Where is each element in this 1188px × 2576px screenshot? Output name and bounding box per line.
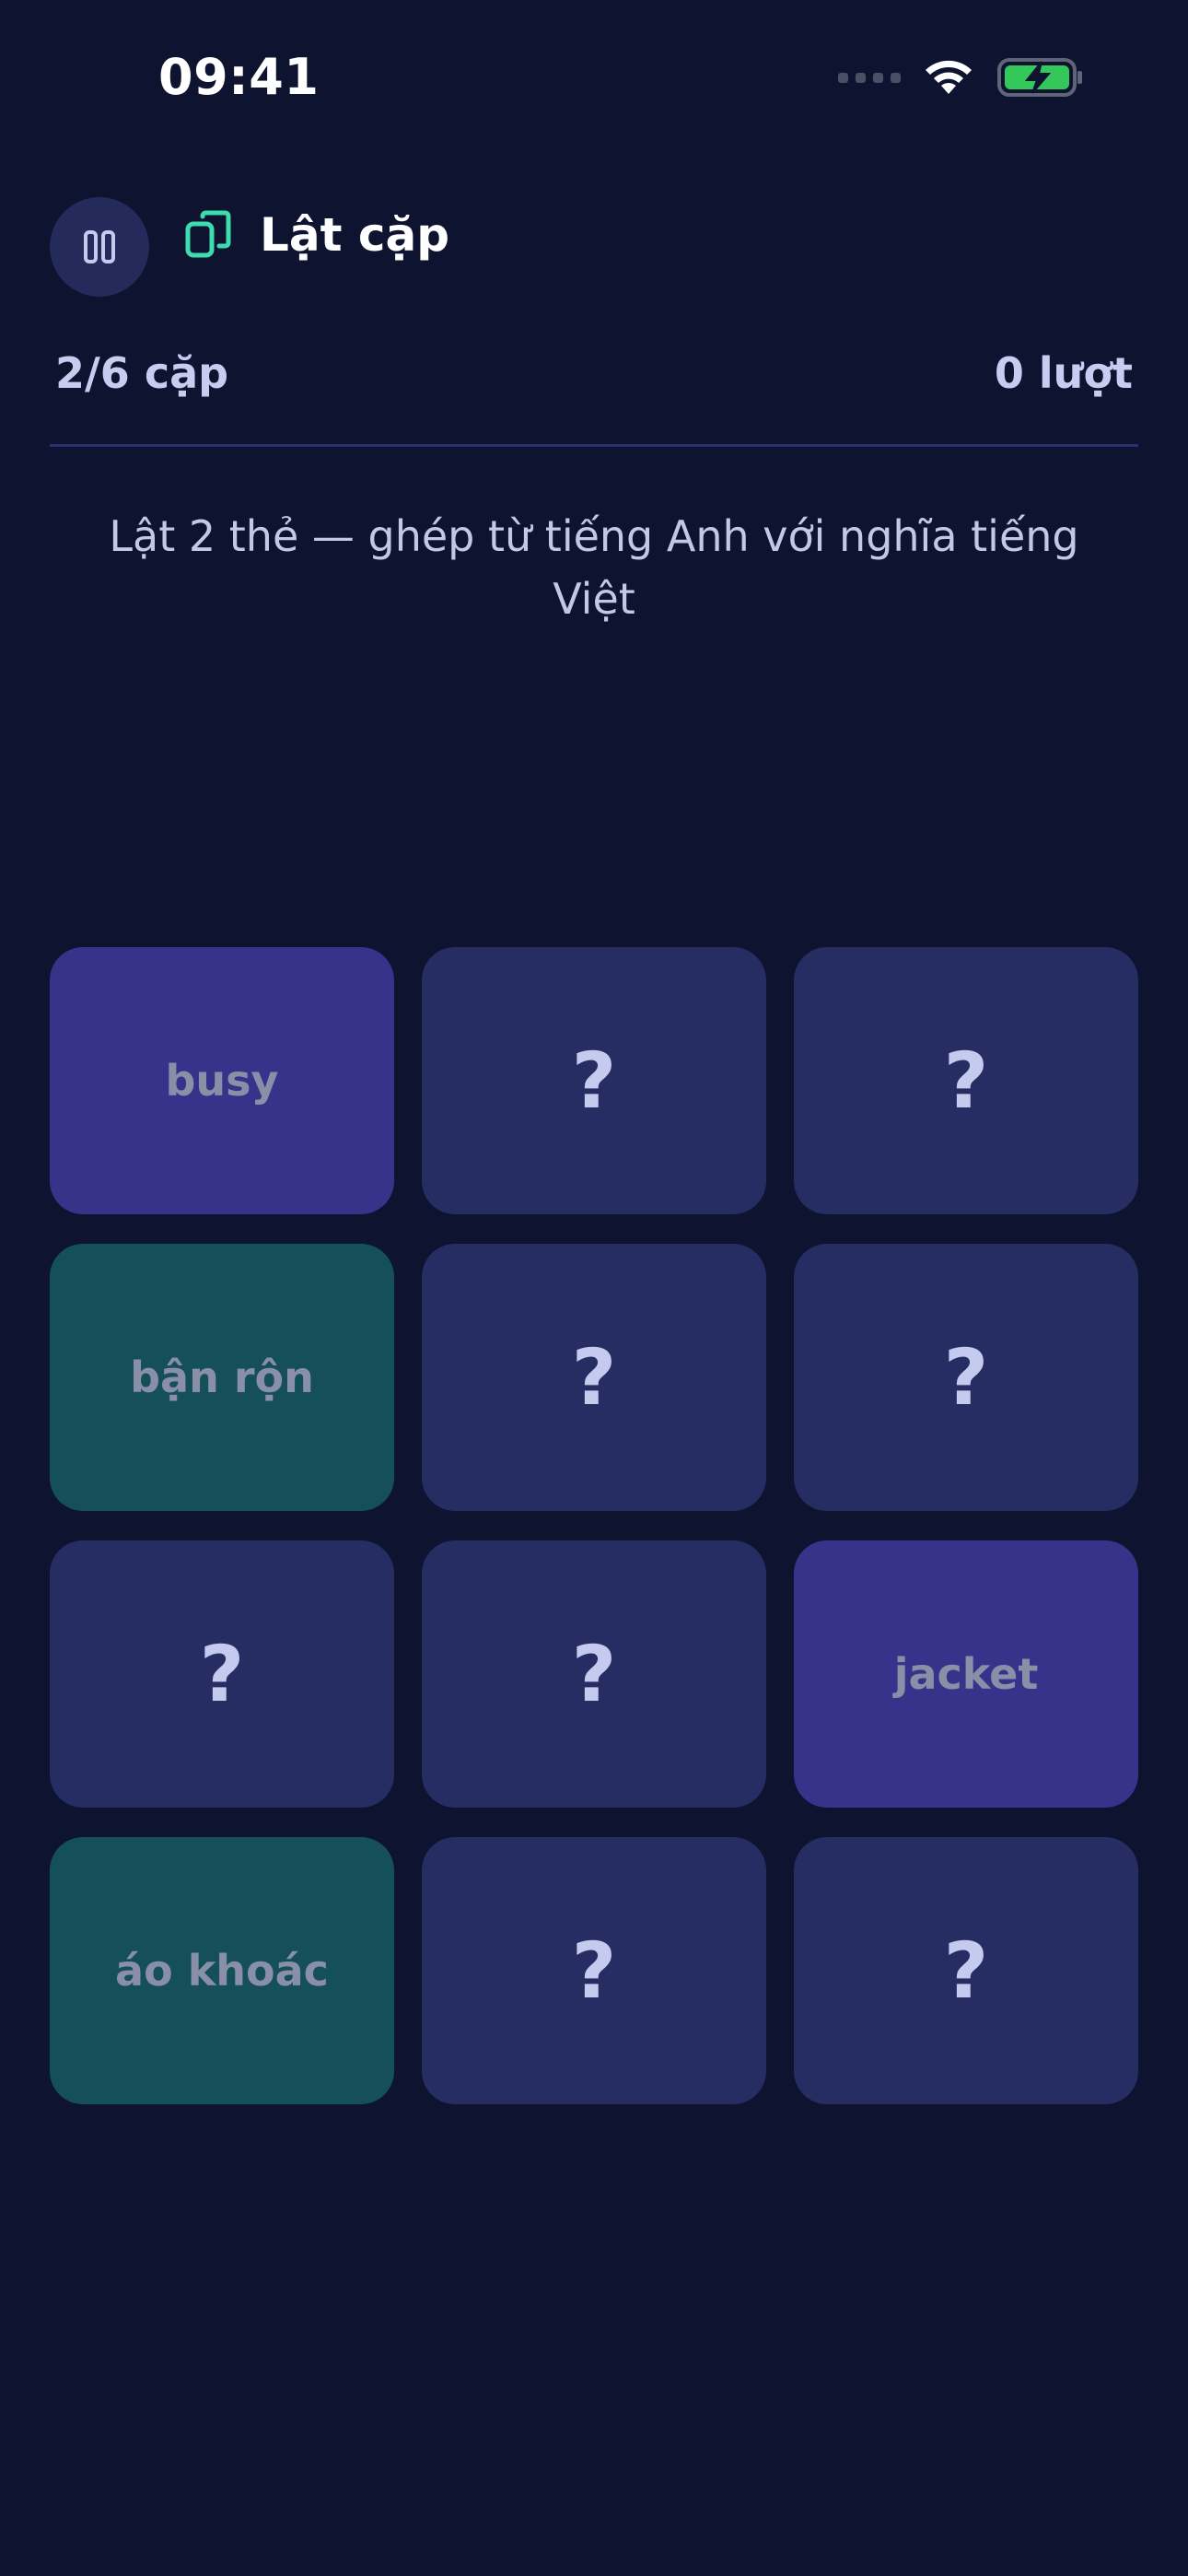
memory-card-hidden[interactable]: ?: [794, 1837, 1138, 2104]
card-label: ?: [571, 1629, 617, 1719]
pause-button[interactable]: [50, 197, 149, 297]
memory-card-hidden[interactable]: ?: [50, 1540, 394, 1808]
divider: [50, 444, 1138, 447]
card-label: ?: [571, 1926, 617, 2016]
memory-card-hidden[interactable]: ?: [422, 947, 766, 1214]
memory-card-hidden[interactable]: ?: [794, 947, 1138, 1214]
battery-charging-icon: [997, 58, 1082, 97]
turns-count: 0 lượt: [994, 348, 1133, 398]
card-label: ?: [943, 1332, 989, 1423]
cellular-signal-icon: [838, 72, 901, 83]
card-label: bận rộn: [130, 1352, 314, 1402]
memory-card-meaning[interactable]: áo khoác: [50, 1837, 394, 2104]
memory-card-hidden[interactable]: ?: [422, 1837, 766, 2104]
game-title-text: Lật cặp: [260, 208, 450, 262]
screen: 09:41 Lật cặp 2/6 cặp 0 lượt Lật 2 thẻ —…: [0, 0, 1188, 2576]
card-label: ?: [571, 1332, 617, 1423]
memory-card-word[interactable]: busy: [50, 947, 394, 1214]
memory-card-word[interactable]: jacket: [794, 1540, 1138, 1808]
card-label: áo khoác: [115, 1946, 329, 1996]
cards-icon: [185, 210, 231, 258]
pause-icon: [84, 230, 115, 263]
card-label: jacket: [893, 1649, 1039, 1699]
card-label: ?: [199, 1629, 245, 1719]
wifi-icon: [926, 60, 972, 94]
card-label: ?: [943, 1036, 989, 1126]
pairs-count: 2/6 cặp: [55, 348, 229, 398]
game-title: Lật cặp: [184, 208, 449, 262]
memory-card-hidden[interactable]: ?: [422, 1540, 766, 1808]
memory-card-hidden[interactable]: ?: [794, 1244, 1138, 1511]
status-icons: [838, 55, 1085, 100]
status-time: 09:41: [158, 48, 320, 106]
memory-card-hidden[interactable]: ?: [422, 1244, 766, 1511]
card-label: busy: [165, 1056, 279, 1106]
card-label: ?: [943, 1926, 989, 2016]
memory-card-meaning[interactable]: bận rộn: [50, 1244, 394, 1511]
card-grid: busy ? ? bận rộn ? ? ? ? jacket áo khoác…: [50, 947, 1138, 2104]
card-label: ?: [571, 1036, 617, 1126]
instructions-text: Lật 2 thẻ — ghép từ tiếng Anh với nghĩa …: [109, 511, 1079, 624]
